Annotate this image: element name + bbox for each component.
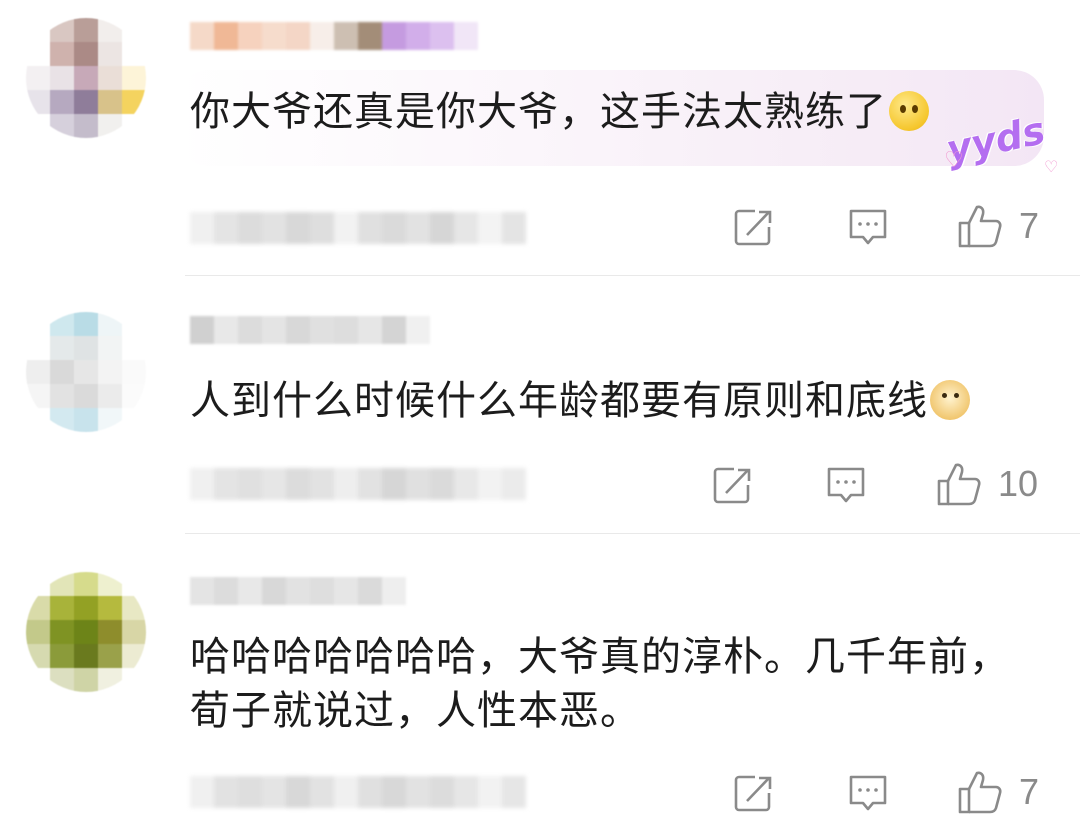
doge-emoji <box>930 380 970 420</box>
avatar[interactable] <box>26 18 146 138</box>
comment-text: 人到什么时候什么年龄都要有原则和底线 <box>190 374 970 428</box>
like-count: 7 <box>1019 205 1040 246</box>
reply-icon <box>849 775 887 811</box>
reply-button[interactable] <box>825 465 867 505</box>
heart-icon: ♡ <box>1044 157 1059 176</box>
heart-icon: ♡ <box>944 148 964 173</box>
username[interactable] <box>190 22 478 50</box>
share-button[interactable] <box>733 207 775 247</box>
reply-button[interactable] <box>847 773 889 813</box>
divider <box>185 275 1080 276</box>
share-icon <box>713 467 751 504</box>
thumbs-up-icon <box>958 771 1002 814</box>
share-icon <box>734 209 772 246</box>
share-button[interactable] <box>712 465 754 505</box>
like-count: 7 <box>1019 771 1040 812</box>
reply-button[interactable] <box>847 207 889 247</box>
divider <box>185 533 1080 534</box>
thumbs-up-icon <box>937 463 981 506</box>
like-button[interactable]: 7 <box>957 203 1039 249</box>
like-button[interactable]: 10 <box>936 461 1038 507</box>
thumbs-up-icon <box>958 205 1002 248</box>
like-button[interactable]: 7 <box>957 769 1039 815</box>
username[interactable] <box>190 577 406 605</box>
thinking-face-emoji <box>889 91 929 131</box>
comment-meta <box>190 468 526 500</box>
share-button[interactable] <box>733 773 775 813</box>
avatar[interactable] <box>26 312 146 432</box>
reply-icon <box>827 467 865 503</box>
comment-meta <box>190 776 526 808</box>
reply-icon <box>849 209 887 245</box>
comment-text: 你大爷还真是你大爷，这手法太熟练了 <box>190 85 929 139</box>
comment-meta <box>190 212 526 244</box>
share-icon <box>734 775 772 812</box>
avatar[interactable] <box>26 572 146 692</box>
comment-text: 哈哈哈哈哈哈哈，大爷真的淳朴。几千年前，荀子就说过，人性本恶。 <box>190 634 1010 734</box>
username[interactable] <box>190 316 430 344</box>
like-count: 10 <box>998 463 1039 504</box>
